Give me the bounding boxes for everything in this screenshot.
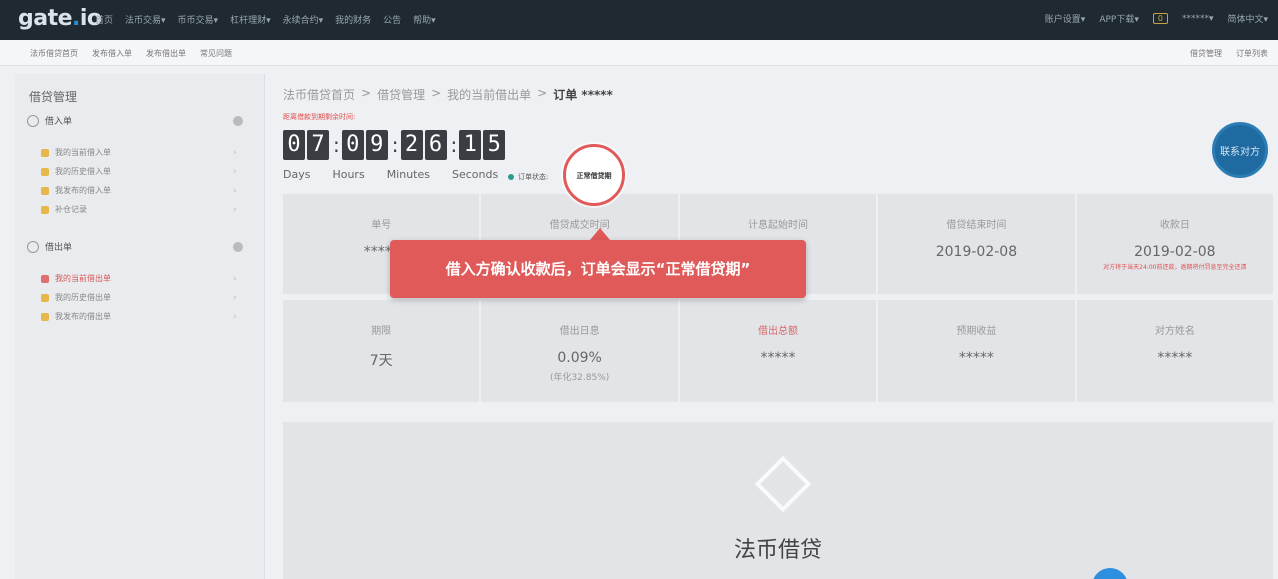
term-cell: 期限 7天	[283, 300, 480, 402]
top-navbar: gate.io 首页 法币交易▾ 币币交易▾ 杠杆理财▾ 永续合约▾ 我的财务 …	[0, 0, 1278, 40]
daily-rate-cell: 借出日息 0.09% (年化32.85%)	[481, 300, 678, 402]
breadcrumb-sep: >	[361, 86, 372, 100]
tooltip-arrow	[590, 228, 610, 240]
countdown-colon: :	[450, 133, 458, 157]
breadcrumb: 法币借贷首页 > 借贷管理 > 我的当前借出单 > 订单 *****	[283, 86, 613, 103]
subnav-faq[interactable]: 常见问题	[200, 48, 232, 59]
nav-help[interactable]: 帮助▾	[413, 13, 436, 26]
lend-total-cell: 借出总额 *****	[679, 300, 877, 402]
countdown-colon: :	[333, 133, 340, 157]
order-status-label: 订单状态:	[518, 173, 549, 181]
list-icon	[41, 148, 49, 157]
right-nav: 账户设置▾ APP下载▾ 0 ******▾ 简体中文▾	[1045, 12, 1268, 25]
subnav-loan-manage[interactable]: 借贷管理	[1190, 48, 1222, 59]
chevron-right-icon: ›	[233, 292, 237, 303]
app-download-link[interactable]: APP下载▾	[1099, 12, 1139, 25]
countdown-digit: 7	[307, 130, 329, 160]
payment-date-cell: 收款日 2019-02-08 对方将于当天24:00前还款，逾期将付罚息至完全还…	[1076, 194, 1274, 294]
borrow-icon	[27, 114, 39, 127]
payment-note: 对方将于当天24:00前还款，逾期将付罚息至完全还清	[1103, 264, 1247, 271]
nav-fiat-trade[interactable]: 法币交易▾	[125, 13, 166, 26]
subnav-post-lend[interactable]: 发布借出单	[146, 48, 186, 59]
countdown-labels: Days Hours Minutes Seconds	[283, 168, 498, 181]
settings-icon[interactable]	[233, 242, 243, 252]
sidebar-item-history-lend[interactable]: 我的历史借出单 ›	[41, 292, 241, 303]
account-settings-link[interactable]: 账户设置▾	[1045, 12, 1086, 25]
contact-counterparty-button[interactable]: 联系对方	[1212, 122, 1268, 178]
loan-end-cell: 借贷结束时间 2019-02-08	[878, 194, 1075, 294]
nav-perpetual[interactable]: 永续合约▾	[283, 13, 324, 26]
breadcrumb-loan-home[interactable]: 法币借贷首页	[283, 86, 355, 103]
highlight-status-text: 正常借贷期	[576, 172, 612, 180]
chevron-right-icon: ›	[233, 311, 237, 322]
brand-title: 法币借贷	[733, 538, 822, 563]
brand-logo-icon	[754, 455, 812, 513]
sidebar-title: 借贷管理	[29, 90, 78, 104]
sub-navbar: 法币借贷首页 发布借入单 发布借出单 常见问题 借贷管理 订单列表	[0, 40, 1278, 66]
chevron-right-icon: ›	[233, 273, 237, 284]
notification-badge[interactable]: 0	[1152, 13, 1168, 24]
chevron-right-icon: ›	[233, 204, 237, 215]
order-status: 订单状态:	[508, 172, 548, 182]
history-icon	[41, 167, 49, 176]
deadline-text: 距离借款到期剩余时间:	[283, 113, 356, 121]
list-icon	[41, 274, 49, 283]
chevron-right-icon: ›	[233, 185, 237, 196]
breadcrumb-sep: >	[431, 86, 442, 100]
hours-label: Hours	[332, 168, 365, 181]
language-select[interactable]: 简体中文▾	[1227, 12, 1268, 25]
countdown-digit: 5	[483, 130, 506, 160]
countdown-digit: 1	[459, 130, 482, 160]
sidebar-item-current-lend[interactable]: 我的当前借出单 ›	[41, 273, 241, 284]
subnav-loan-home[interactable]: 法币借贷首页	[30, 48, 78, 59]
countdown-colon: :	[391, 133, 399, 157]
nav-announce[interactable]: 公告	[383, 13, 401, 26]
status-dot-icon	[508, 174, 514, 180]
countdown-digit: 0	[283, 130, 305, 160]
chevron-right-icon: ›	[233, 147, 237, 158]
sidebar: 借贷管理 借入单 我的当前借入单 › 我的历史借入单 › 我发布的借入单 › 补…	[15, 74, 265, 579]
subnav-order-list[interactable]: 订单列表	[1236, 48, 1268, 59]
chevron-right-icon: ›	[233, 166, 237, 177]
main-nav: 首页 法币交易▾ 币币交易▾ 杠杆理财▾ 永续合约▾ 我的财务 公告 帮助▾	[95, 13, 436, 26]
expected-income-cell: 预期收益 *****	[878, 300, 1075, 402]
nav-home[interactable]: 首页	[95, 13, 113, 26]
sidebar-section-borrow[interactable]: 借入单	[27, 114, 72, 127]
breadcrumb-order: 订单 *****	[553, 88, 613, 102]
lend-icon	[27, 240, 39, 253]
counterparty-name-cell: 对方姓名 *****	[1076, 300, 1274, 402]
status-highlight-circle: 正常借贷期	[563, 144, 625, 206]
breadcrumb-sep: >	[537, 86, 548, 100]
tutorial-tooltip: 借入方确认收款后，订单会显示“正常借贷期”	[390, 240, 806, 298]
days-label: Days	[283, 168, 311, 181]
countdown-timer: 0 7 : 0 9 : 2 6 : 1 5	[283, 130, 507, 160]
brand-panel: 法币借贷	[283, 422, 1273, 579]
sidebar-section-lend[interactable]: 借出单	[27, 240, 72, 253]
minutes-label: Minutes	[386, 168, 430, 181]
plus-icon	[41, 205, 49, 214]
countdown-digit: 9	[365, 130, 388, 160]
sidebar-item-history-borrow[interactable]: 我的历史借入单 ›	[41, 166, 241, 177]
countdown-digit: 6	[424, 130, 447, 160]
sidebar-item-posted-lend[interactable]: 我发布的借出单 ›	[41, 311, 241, 322]
gateio-logo[interactable]: gate.io	[18, 6, 102, 31]
subnav-post-borrow[interactable]: 发布借入单	[92, 48, 132, 59]
settings-icon[interactable]	[233, 116, 243, 126]
user-menu[interactable]: ******▾	[1182, 14, 1214, 24]
nav-coin-trade[interactable]: 币币交易▾	[178, 13, 219, 26]
breadcrumb-loan-manage[interactable]: 借贷管理	[377, 86, 425, 103]
sidebar-item-margin-record[interactable]: 补仓记录 ›	[41, 204, 241, 215]
check-icon	[41, 186, 49, 195]
order-info-row-2: 期限 7天 借出日息 0.09% (年化32.85%) 借出总额 ***** 预…	[283, 300, 1274, 402]
sidebar-item-current-borrow[interactable]: 我的当前借入单 ›	[41, 147, 241, 158]
nav-margin[interactable]: 杠杆理财▾	[230, 13, 271, 26]
breadcrumb-current-lend[interactable]: 我的当前借出单	[447, 86, 531, 103]
seconds-label: Seconds	[452, 168, 499, 181]
sidebar-item-posted-borrow[interactable]: 我发布的借入单 ›	[41, 185, 241, 196]
check-icon	[41, 312, 49, 321]
nav-finance[interactable]: 我的财务	[335, 13, 371, 26]
countdown-digit: 0	[341, 130, 364, 160]
countdown-digit: 2	[400, 130, 423, 160]
history-icon	[41, 293, 49, 302]
